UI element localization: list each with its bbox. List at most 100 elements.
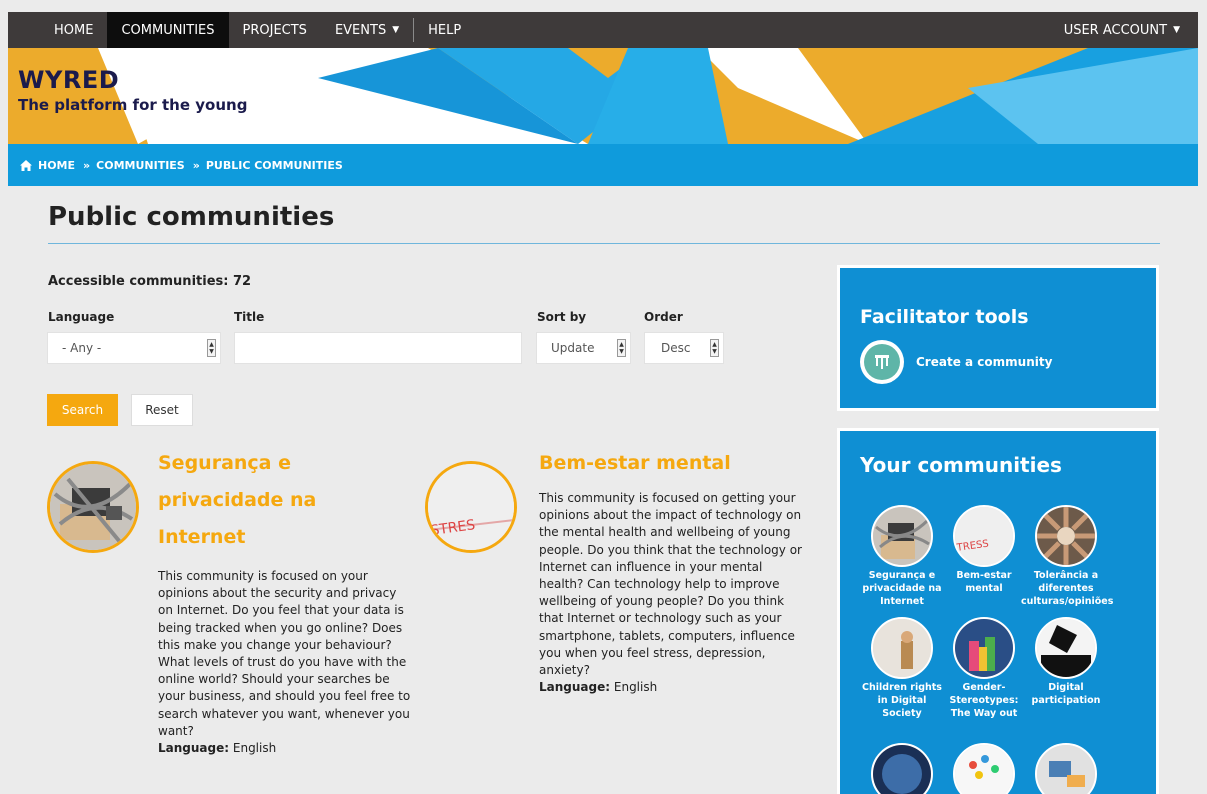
your-community-item[interactable]: [857, 743, 947, 794]
child-image: [873, 619, 931, 677]
home-icon: [20, 159, 32, 171]
accessible-count: Accessible communities: 72: [48, 274, 252, 289]
nav-projects-label: PROJECTS: [242, 22, 307, 38]
icons-bulb-image: [955, 745, 1013, 794]
brand-title: WYRED: [18, 66, 120, 94]
community-thumb: [953, 743, 1015, 794]
facilitator-tools-title: Facilitator tools: [860, 306, 1029, 328]
order-select[interactable]: Desc ▲ ▼: [644, 332, 724, 364]
brand-subtitle: The platform for the young: [18, 96, 248, 114]
user-account-dropdown[interactable]: USER ACCOUNT ▼: [1050, 12, 1198, 48]
create-community-link[interactable]: Create a community: [916, 355, 1052, 369]
your-community-item[interactable]: [1021, 743, 1111, 794]
community-language: Language: English: [158, 740, 413, 757]
sortby-label: Sort by: [537, 310, 587, 324]
community-caption: Digital participation: [1031, 682, 1101, 706]
title-label: Title: [234, 310, 265, 324]
community-thumb: [871, 505, 933, 567]
community-description-mental: This community is focused on getting you…: [539, 490, 807, 696]
search-button[interactable]: Search: [47, 394, 118, 426]
community-tree-icon: [864, 344, 900, 380]
community-image-mental[interactable]: STRES: [425, 461, 517, 553]
breadcrumb-communities[interactable]: COMMUNITIES: [96, 159, 185, 172]
description-text: This community is focused on your opinio…: [158, 569, 411, 738]
community-thumb: [1035, 743, 1097, 794]
community-caption: Bem-estar mental: [956, 570, 1012, 594]
your-community-security[interactable]: Segurança e privacidade na Internet: [857, 505, 947, 608]
community-caption: Children rights in Digital Society: [862, 682, 942, 719]
community-caption: Gender-Stereotypes: The Way out: [949, 682, 1019, 719]
your-community-digital[interactable]: Digital participation: [1021, 617, 1111, 707]
community-thumb: [953, 617, 1015, 679]
site-banner: WYRED The platform for the young: [8, 48, 1198, 144]
facilitator-tools-panel: Facilitator tools Create a community: [837, 265, 1159, 411]
stress-paper-image: TRESS: [955, 507, 1013, 565]
language-value: English: [613, 680, 658, 695]
your-community-tolerance[interactable]: Tolerância a diferentes culturas/opiniõe…: [1021, 505, 1114, 608]
your-community-mental[interactable]: TRESS Bem-estar mental: [939, 505, 1029, 595]
hands-circle-image: [1037, 507, 1095, 565]
top-navbar: HOME COMMUNITIES PROJECTS EVENTS ▼ HELP U…: [8, 12, 1198, 48]
community-caption: Tolerância a diferentes culturas/opiniõe…: [1021, 570, 1114, 607]
figures-image: [955, 619, 1013, 677]
caret-down-icon: ▼: [392, 25, 400, 35]
community-thumb: [871, 743, 933, 794]
language-key: Language:: [539, 680, 611, 695]
title-divider: [48, 243, 1160, 244]
description-text: This community is focused on getting you…: [539, 491, 802, 678]
brand[interactable]: WYRED The platform for the young: [18, 66, 247, 114]
title-input[interactable]: [234, 332, 522, 364]
select-arrow-icon: ▲ ▼: [710, 339, 719, 357]
nav-help-label: HELP: [428, 22, 462, 38]
nav-left-padding: [8, 12, 40, 48]
breadcrumb-separator-icon: »: [83, 158, 91, 172]
nav-events-label: EVENTS: [334, 22, 387, 38]
language-value: English: [232, 741, 277, 756]
tree-glyph: [875, 355, 889, 369]
chained-box-image: [873, 507, 931, 565]
page-title: Public communities: [48, 202, 335, 232]
order-label: Order: [644, 310, 683, 324]
nav-home[interactable]: HOME: [40, 12, 107, 48]
language-label: Language: [48, 310, 115, 324]
nav-projects[interactable]: PROJECTS: [229, 12, 321, 48]
nav-communities[interactable]: COMMUNITIES: [107, 12, 229, 48]
nav-home-label: HOME: [54, 22, 94, 38]
community-thumb: [871, 617, 933, 679]
breadcrumb: HOME » COMMUNITIES » PUBLIC COMMUNITIES: [8, 144, 1198, 186]
globe-image: [873, 745, 931, 794]
ballot-box-image: [1037, 619, 1095, 677]
create-community-icon[interactable]: [860, 340, 904, 384]
chained-box-image: [50, 464, 136, 550]
your-community-item[interactable]: [939, 743, 1029, 794]
language-key: Language:: [158, 741, 230, 756]
community-caption: Segurança e privacidade na Internet: [862, 570, 942, 607]
your-community-gender[interactable]: Gender-Stereotypes: The Way out: [939, 617, 1029, 720]
community-title-security[interactable]: Segurança e privacidade na Internet: [158, 445, 398, 556]
language-select-value: - Any -: [62, 341, 102, 355]
breadcrumb-home[interactable]: HOME: [20, 159, 75, 172]
breadcrumb-current: PUBLIC COMMUNITIES: [206, 159, 343, 172]
community-image-security[interactable]: [47, 461, 139, 553]
desk-image: [1037, 745, 1095, 794]
caret-down-icon: ▼: [1173, 25, 1180, 35]
community-description-security: This community is focused on your opinio…: [158, 568, 413, 757]
nav-help[interactable]: HELP: [414, 12, 475, 48]
your-community-children[interactable]: Children rights in Digital Society: [857, 617, 947, 720]
community-thumb: TRESS: [953, 505, 1015, 567]
breadcrumb-separator-icon: »: [192, 158, 200, 172]
community-thumb: [1035, 617, 1097, 679]
nav-events-dropdown[interactable]: EVENTS ▼: [321, 12, 413, 48]
language-select[interactable]: - Any - ▲ ▼: [47, 332, 221, 364]
sortby-select-value: Update: [551, 341, 595, 355]
select-arrow-icon: ▲ ▼: [617, 339, 626, 357]
breadcrumb-current-label: PUBLIC COMMUNITIES: [205, 158, 343, 172]
stress-paper-image: STRES: [428, 464, 514, 550]
sortby-select[interactable]: Update ▲ ▼: [536, 332, 631, 364]
community-title-mental[interactable]: Bem-estar mental: [539, 445, 799, 482]
user-account-label: USER ACCOUNT: [1063, 22, 1168, 38]
breadcrumb-home-label: HOME: [38, 158, 76, 172]
breadcrumb-communities-label: COMMUNITIES: [96, 158, 185, 172]
reset-button[interactable]: Reset: [131, 394, 193, 426]
